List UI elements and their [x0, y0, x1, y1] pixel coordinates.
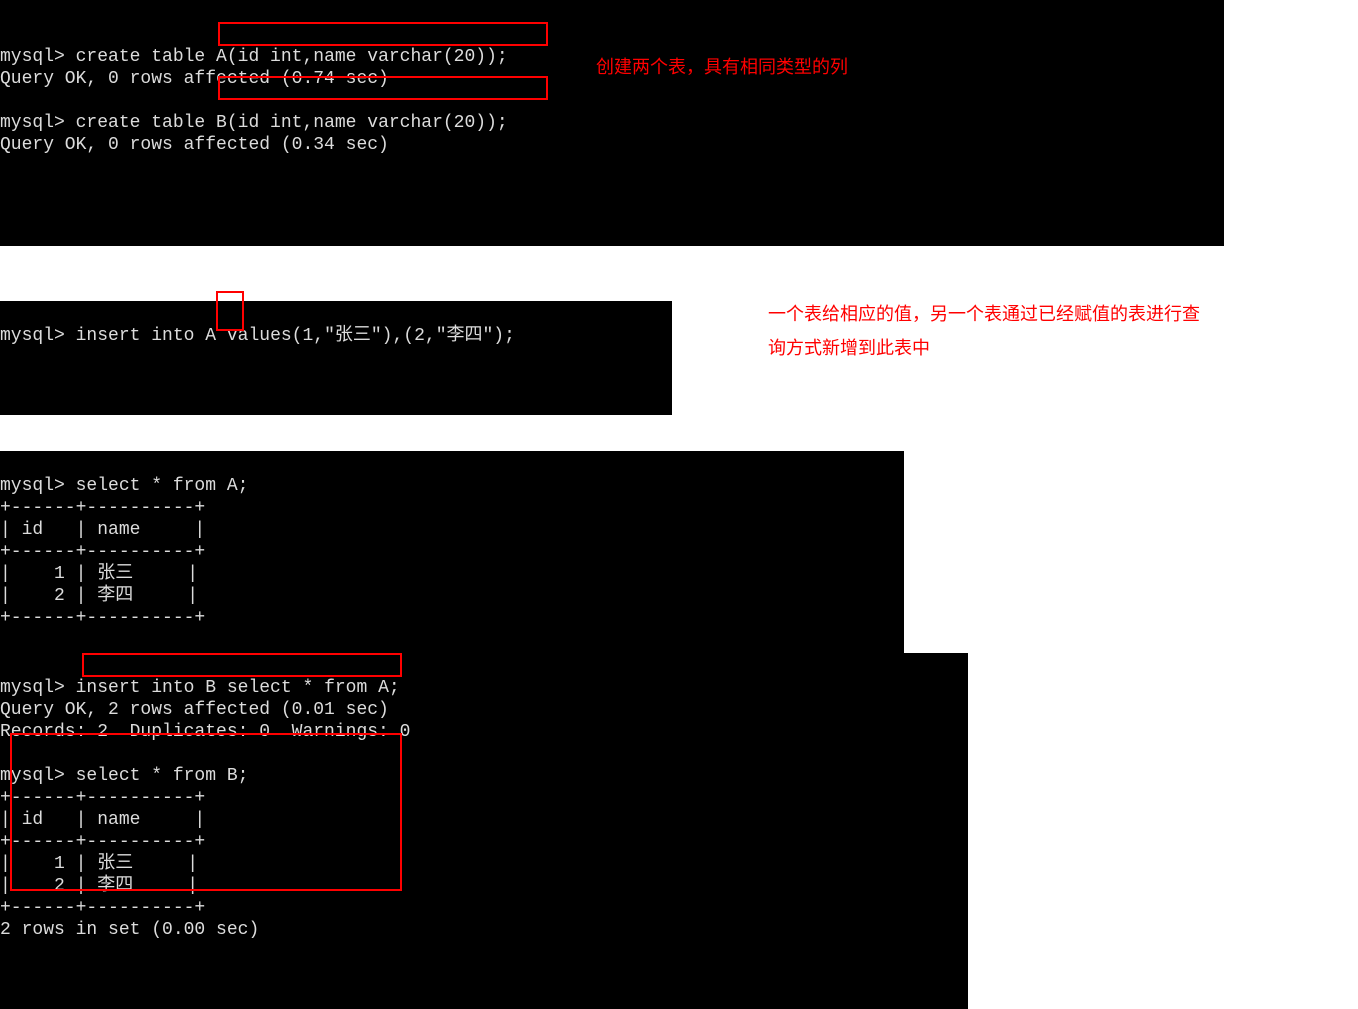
line-fragment [0, 25, 702, 45]
sql-select-b: select * from B; [65, 766, 249, 786]
sql-create-a-pre: create table [65, 47, 216, 67]
terminal-block-select-a: mysql> select * from A; +------+--------… [0, 451, 904, 653]
mysql-prompt: mysql> [0, 47, 65, 67]
sql-create-b-pre: create table [65, 113, 216, 133]
table-row: | 1 | 张三 | [0, 564, 198, 584]
terminal-block-insert-select-b: mysql> insert into B select * from A; Qu… [0, 653, 968, 1009]
sql-create-a-hl: A(id int,name varchar(20)); [216, 47, 508, 67]
table-divider: +------+----------+ [0, 542, 205, 562]
terminal-output: mysql> insert into B select * from A; Qu… [0, 677, 968, 941]
spacer [0, 415, 1358, 451]
mysql-prompt: mysql> [0, 326, 65, 346]
highlight-insert-b [82, 653, 402, 677]
annotation-insert: 一个表给相应的值，另一个表通过已经赋值的表进行查询方式新增到此表中 [768, 297, 1208, 365]
row-insert-a: mysql> insert into A values(1,"张三"),(2,"… [0, 301, 1358, 415]
sql-insert-hl: A [205, 326, 216, 346]
table-divider: +------+----------+ [0, 498, 205, 518]
sql-result: Query OK, 0 rows affected (0.74 sec) [0, 69, 389, 89]
terminal-block-create-tables: mysql> create table A(id int,name varcha… [0, 0, 1224, 246]
table-divider: +------+----------+ [0, 608, 205, 628]
mysql-prompt: mysql> [0, 678, 65, 698]
table-divider: +------+----------+ [0, 898, 205, 918]
sql-result: Query OK, 2 rows affected (0.01 sec) [0, 700, 389, 720]
sql-result: Records: 2 Duplicates: 0 Warnings: 0 [0, 722, 410, 742]
spacer [0, 246, 1358, 301]
mysql-prompt: mysql> [0, 766, 65, 786]
sql-result: Query OK, 0 rows affected (0.34 sec) [0, 135, 389, 155]
annotation-create: 创建两个表，具有相同类型的列 [596, 50, 848, 84]
sql-create-b-hl: B(id int,name varchar(20)); [216, 113, 508, 133]
terminal-block-insert-a: mysql> insert into A values(1,"张三"),(2,"… [0, 301, 672, 415]
table-header: | id | name | [0, 810, 205, 830]
table-divider: +------+----------+ [0, 832, 205, 852]
sql-insert-pre: insert into [65, 326, 205, 346]
sql-select-a: select * from A; [65, 476, 249, 496]
sql-result: 2 rows in set (0.00 sec) [0, 920, 259, 940]
terminal-output: mysql> select * from A; +------+--------… [0, 475, 904, 629]
mysql-prompt: mysql> [0, 113, 65, 133]
table-row: | 2 | 李四 | [0, 586, 198, 606]
table-row: | 1 | 张三 | [0, 854, 198, 874]
table-row: | 2 | 李四 | [0, 876, 198, 896]
sql-insert-post: values(1,"张三"),(2,"李四"); [216, 326, 536, 346]
terminal-output: mysql> create table A(id int,name varcha… [0, 24, 1224, 156]
table-divider: +------+----------+ [0, 788, 205, 808]
terminal-output: mysql> insert into A values(1,"张三"),(2,"… [0, 325, 672, 347]
table-header: | id | name | [0, 520, 205, 540]
sql-insert-b: insert into B select * from A; [76, 678, 400, 698]
mysql-prompt: mysql> [0, 476, 65, 496]
